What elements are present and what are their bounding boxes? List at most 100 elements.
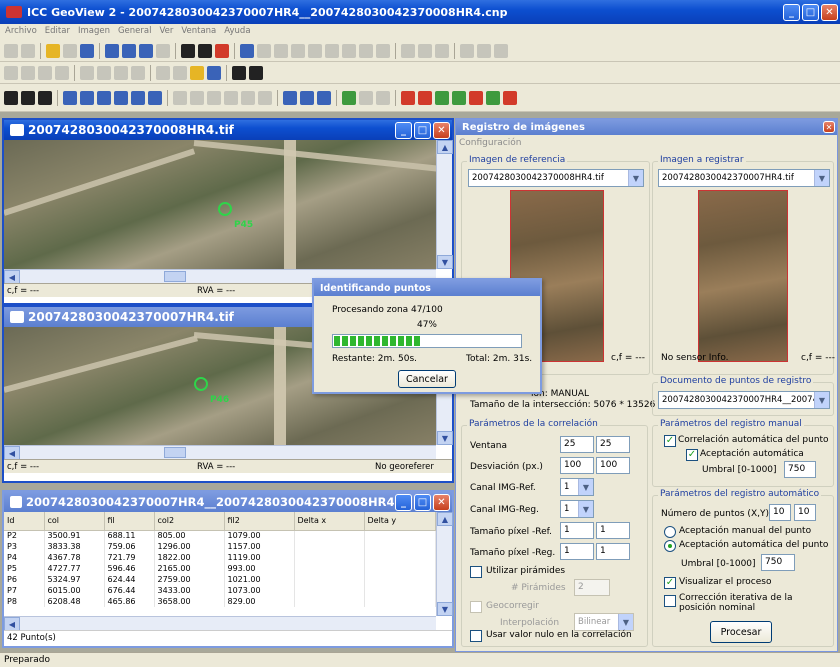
pencil-icon[interactable] [38,65,52,80]
stop-icon[interactable] [503,90,517,105]
layers-icon[interactable] [232,65,246,80]
grid-table-icon[interactable] [342,90,356,105]
next-icon[interactable] [224,90,238,105]
scroll-up-arrow[interactable]: ▲ [437,140,453,154]
visualizar-checkbox[interactable]: ✓ [664,577,676,589]
filter-icon[interactable] [359,43,373,58]
desviacion-y-input[interactable]: 100 [596,457,630,474]
acept-auto-checkbox[interactable]: ✓ [686,449,698,461]
doc-select[interactable]: 2007428030042370007HR4__20074 ▼ [658,391,830,409]
col-header[interactable]: fil [104,512,155,531]
col-header[interactable]: Delta x [294,512,365,531]
new-icon[interactable] [4,43,18,58]
scroll-thumb[interactable] [164,447,186,458]
ventana-y-input[interactable]: 25 [596,436,630,453]
save-icon[interactable] [105,43,119,58]
scroll-down-arrow[interactable]: ▼ [437,255,453,269]
canal-reg-select[interactable]: 1 ▼ [560,500,594,518]
open-icon[interactable] [46,43,60,58]
point-tool-icon[interactable] [418,90,432,105]
rotate-90-icon[interactable] [80,90,94,105]
tile-icon[interactable] [173,90,187,105]
pin-icon[interactable] [215,43,229,58]
table-row[interactable]: P4 4367.78 721.79 1822.00 1119.00 [4,552,436,563]
npuntos-x-input[interactable]: 10 [769,504,791,521]
last-icon[interactable] [241,90,255,105]
iterativa-checkbox[interactable] [664,595,676,607]
table-row[interactable]: P2 3500.91 688.11 805.00 1079.00 [4,530,436,541]
new-doc-icon[interactable] [21,43,35,58]
help-icon[interactable] [198,43,212,58]
scroll-left-arrow[interactable]: ◀ [4,270,20,284]
ref-image-canvas[interactable]: P45 [4,140,436,269]
shape-icon[interactable] [291,43,305,58]
flask-icon[interactable] [376,43,390,58]
save-all-icon[interactable] [139,43,153,58]
col-header[interactable]: fil2 [224,512,295,531]
close-button[interactable]: ✕ [821,3,838,21]
disk-icon[interactable] [131,65,145,80]
scroll-down-arrow[interactable]: ▼ [437,602,453,616]
auto-point-icon[interactable] [452,90,466,105]
mirror-icon[interactable] [148,90,162,105]
stamp-icon[interactable] [376,90,390,105]
interpolacion-select[interactable]: Bilinear ▼ [574,613,634,631]
col-header[interactable]: Delta y [364,512,436,531]
panel-icon[interactable] [249,65,263,80]
control-point-marker[interactable] [218,202,232,216]
points-icon[interactable] [317,90,331,105]
open-recent-icon[interactable] [63,43,77,58]
scroll-up-arrow[interactable]: ▲ [437,512,453,526]
cancel-button[interactable]: Cancelar [398,370,456,388]
zoom-icon[interactable] [21,90,35,105]
umbral2-input[interactable]: 750 [761,554,795,571]
ref-image-select[interactable]: 2007428030042370008HR4.tif ▼ [468,169,644,187]
reg-image-select[interactable]: 2007428030042370007HR4.tif ▼ [658,169,830,187]
table-row[interactable]: P6 5324.97 624.44 2759.00 1021.00 [4,574,436,585]
circle-icon[interactable] [257,43,271,58]
triangle-icon[interactable] [190,65,204,80]
menu-archivo[interactable]: Archivo [5,26,37,38]
table-row[interactable]: P8 6208.48 465.86 3658.00 829.00 [4,596,436,607]
frame-icon[interactable] [156,65,170,80]
undo-icon[interactable] [80,65,94,80]
polyline-icon[interactable] [359,90,373,105]
triangle-tool-icon[interactable] [401,90,415,105]
flip-icon[interactable] [131,90,145,105]
maximize-button[interactable]: □ [802,3,819,21]
chevron-down-icon[interactable]: ▼ [578,501,593,517]
npuntos-y-input[interactable]: 10 [794,504,816,521]
registration-close-button[interactable]: ✕ [823,121,835,133]
piramides-checkbox[interactable] [470,566,482,578]
target-icon[interactable] [342,43,356,58]
acept-manual-radio[interactable] [664,526,676,538]
col-header[interactable]: col [44,512,105,531]
edit-icon[interactable] [4,65,18,80]
transform-icon[interactable] [469,90,483,105]
print-icon[interactable] [80,43,94,58]
register-icon[interactable] [300,90,314,105]
brush-icon[interactable] [21,65,35,80]
win2-hscroll[interactable]: ◀ [4,445,436,460]
menu-editar[interactable]: Editar [45,26,70,38]
win3-vscroll[interactable]: ▲ ▼ [436,512,453,616]
table-row[interactable]: P7 6015.00 676.44 3433.00 1073.00 [4,585,436,596]
pause-icon[interactable] [258,90,272,105]
umbral-input[interactable]: 750 [784,461,816,478]
table-row[interactable]: P3 3833.38 759.06 1296.00 1157.00 [4,541,436,552]
win3-maximize-button[interactable]: □ [414,493,431,511]
canal-ref-select[interactable]: 1 ▼ [560,478,594,496]
minimize-button[interactable]: _ [783,3,800,21]
person-icon[interactable] [181,43,195,58]
save-as-icon[interactable] [122,43,136,58]
zoom-extent-icon[interactable] [38,90,52,105]
menu-general[interactable]: General [118,26,152,38]
target-tool-icon[interactable] [435,90,449,105]
geocorregir-checkbox[interactable] [470,601,482,613]
acept-auto-radio[interactable] [664,540,676,552]
desviacion-x-input[interactable]: 100 [560,457,594,474]
paste-icon[interactable] [494,43,508,58]
scroll-left-arrow[interactable]: ◀ [4,617,20,631]
valor-nulo-checkbox[interactable] [470,630,482,642]
tam-ref-y-input[interactable]: 1 [596,522,630,539]
